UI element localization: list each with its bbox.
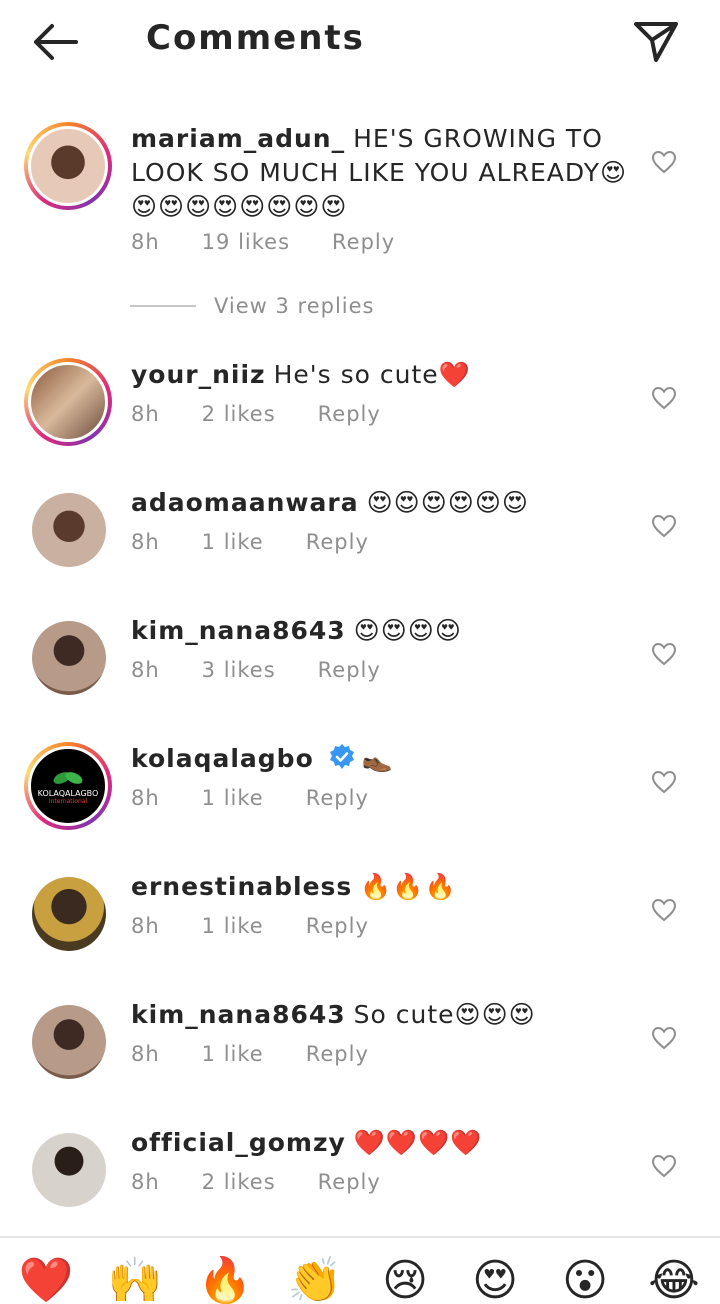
back-arrow-icon bbox=[34, 24, 78, 60]
comment-likes[interactable]: 19 likes bbox=[202, 230, 290, 254]
comment-meta: 8h 2 likes Reply bbox=[131, 1170, 423, 1194]
comment-likes[interactable]: 1 like bbox=[202, 530, 264, 554]
heart-icon[interactable] bbox=[651, 642, 677, 666]
heart-icon[interactable] bbox=[651, 770, 677, 794]
comment-text: 🔥🔥🔥 bbox=[360, 872, 457, 901]
comment-meta: 8h 19 likes Reply bbox=[131, 230, 437, 254]
comment-time: 8h bbox=[131, 230, 160, 254]
reply-button[interactable]: Reply bbox=[306, 786, 369, 810]
emoji-reaction-bar: ❤️ 🙌 🔥 👏 😢 😍 😮 😂 bbox=[0, 1236, 720, 1304]
avatar-logo-subtext: International bbox=[48, 798, 88, 805]
back-button[interactable] bbox=[28, 20, 84, 64]
comment-likes[interactable]: 1 like bbox=[202, 1042, 264, 1066]
emoji-heart-eyes-button[interactable]: 😍 bbox=[465, 1256, 525, 1304]
leaf-logo-icon bbox=[53, 772, 83, 784]
comment-text: 👞 bbox=[361, 744, 394, 773]
emoji-raised-hands-button[interactable]: 🙌 bbox=[105, 1256, 165, 1304]
comment-likes[interactable]: 2 likes bbox=[202, 402, 276, 426]
header-bar: Comments bbox=[0, 0, 720, 90]
reply-button[interactable]: Reply bbox=[306, 1042, 369, 1066]
comment-text: 😍😍😍😍 bbox=[353, 616, 462, 645]
comment-time: 8h bbox=[131, 530, 160, 554]
emoji-surprised-button[interactable]: 😮 bbox=[555, 1256, 615, 1304]
comment-username[interactable]: mariam_adun_ bbox=[131, 124, 345, 153]
comment-time: 8h bbox=[131, 1042, 160, 1066]
comment-username[interactable]: official_gomzy bbox=[131, 1128, 346, 1157]
reply-button[interactable]: Reply bbox=[332, 230, 395, 254]
emoji-laughing-button[interactable]: 😂 bbox=[644, 1256, 704, 1304]
heart-icon[interactable] bbox=[651, 898, 677, 922]
comment-username[interactable]: kim_nana8643 bbox=[131, 1000, 346, 1029]
comment-username[interactable]: kolaqalagbo bbox=[131, 744, 314, 773]
avatar[interactable] bbox=[32, 877, 106, 951]
divider bbox=[130, 305, 196, 307]
reply-button[interactable]: Reply bbox=[306, 914, 369, 938]
comment-text: So cute😍😍😍 bbox=[353, 1000, 536, 1029]
comment-username[interactable]: your_niiz bbox=[131, 360, 266, 389]
comment-meta: 8h 3 likes Reply bbox=[131, 658, 423, 682]
share-button[interactable] bbox=[630, 18, 682, 66]
comment-username[interactable]: ernestinabless bbox=[131, 872, 352, 901]
comment-time: 8h bbox=[131, 914, 160, 938]
avatar[interactable] bbox=[32, 493, 106, 567]
reply-button[interactable]: Reply bbox=[318, 402, 381, 426]
comment-time: 8h bbox=[131, 402, 160, 426]
avatar[interactable] bbox=[32, 1133, 106, 1207]
heart-icon[interactable] bbox=[651, 150, 677, 174]
heart-icon[interactable] bbox=[651, 1154, 677, 1178]
comment-username[interactable]: adaomaanwara bbox=[131, 488, 359, 517]
view-replies-label: View 3 replies bbox=[214, 294, 375, 318]
emoji-clap-button[interactable]: 👏 bbox=[285, 1256, 345, 1304]
comment-likes[interactable]: 3 likes bbox=[202, 658, 276, 682]
comment-likes[interactable]: 1 like bbox=[202, 914, 264, 938]
direct-message-icon bbox=[634, 22, 678, 62]
comment-meta: 8h 1 like Reply bbox=[131, 914, 411, 938]
avatar[interactable] bbox=[24, 358, 112, 446]
avatar[interactable]: KOLAQALAGBO International bbox=[24, 742, 112, 830]
emoji-fire-button[interactable]: 🔥 bbox=[195, 1256, 255, 1304]
comment-meta: 8h 1 like Reply bbox=[131, 530, 411, 554]
reply-button[interactable]: Reply bbox=[306, 530, 369, 554]
comment-meta: 8h 2 likes Reply bbox=[131, 402, 423, 426]
page-title: Comments bbox=[146, 18, 365, 58]
reply-button[interactable]: Reply bbox=[318, 658, 381, 682]
comment-text: 😍😍😍😍😍😍 bbox=[366, 488, 529, 517]
comment-text: ❤️❤️❤️❤️ bbox=[353, 1128, 483, 1157]
emoji-heart-button[interactable]: ❤️ bbox=[16, 1256, 76, 1304]
comment-meta: 8h 1 like Reply bbox=[131, 786, 411, 810]
heart-icon[interactable] bbox=[651, 1026, 677, 1050]
reply-button[interactable]: Reply bbox=[318, 1170, 381, 1194]
avatar-logo-text: KOLAQALAGBO bbox=[37, 789, 99, 798]
heart-icon[interactable] bbox=[651, 514, 677, 538]
comment-username[interactable]: kim_nana8643 bbox=[131, 616, 346, 645]
avatar[interactable] bbox=[32, 621, 106, 695]
verified-badge-icon bbox=[329, 744, 354, 769]
emoji-crying-button[interactable]: 😢 bbox=[375, 1256, 435, 1304]
comment-likes[interactable]: 1 like bbox=[202, 786, 264, 810]
comment-time: 8h bbox=[131, 1170, 160, 1194]
comment-time: 8h bbox=[131, 658, 160, 682]
view-replies-button[interactable]: View 3 replies bbox=[130, 294, 375, 318]
avatar[interactable] bbox=[24, 122, 112, 210]
comment-text: He's so cute❤️ bbox=[273, 360, 471, 389]
comment-meta: 8h 1 like Reply bbox=[131, 1042, 411, 1066]
comment-time: 8h bbox=[131, 786, 160, 810]
heart-icon[interactable] bbox=[651, 386, 677, 410]
comment-likes[interactable]: 2 likes bbox=[202, 1170, 276, 1194]
avatar[interactable] bbox=[32, 1005, 106, 1079]
